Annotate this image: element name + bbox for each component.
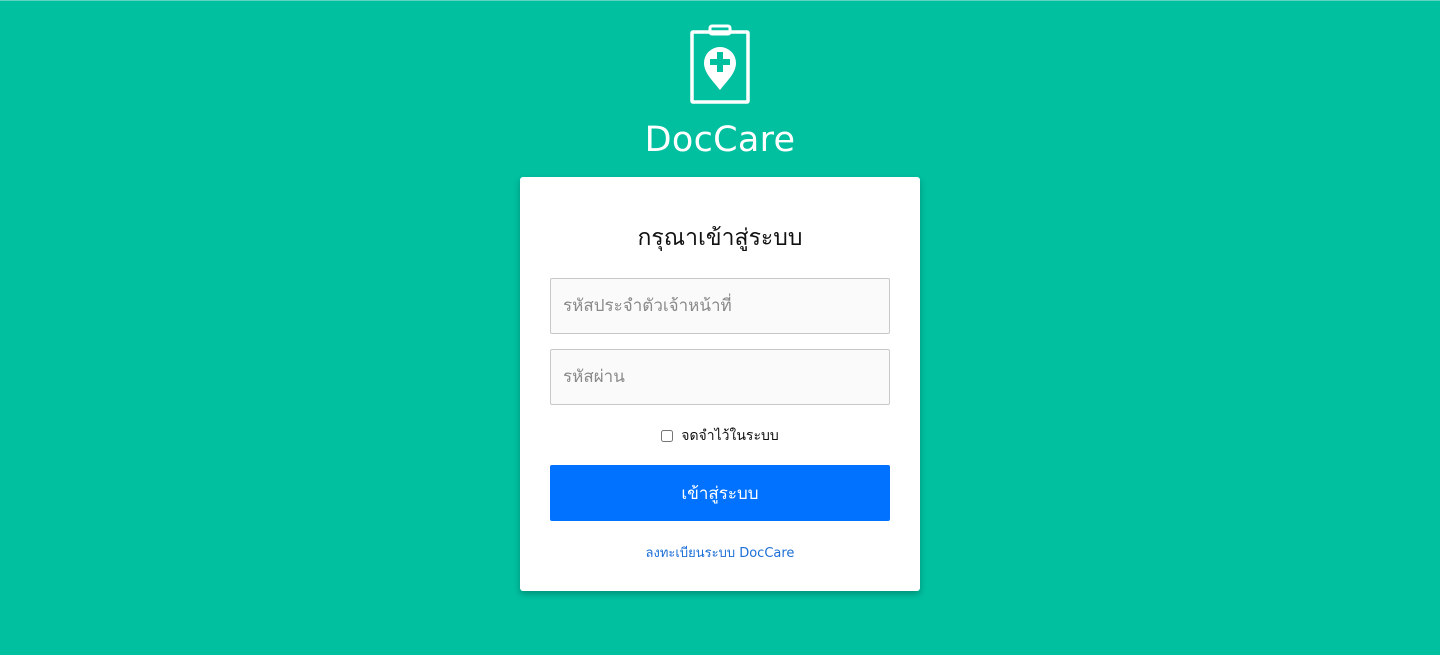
brand-header: DocCare: [0, 24, 1440, 160]
app-title: DocCare: [644, 120, 796, 160]
staff-id-input[interactable]: [550, 278, 890, 334]
login-heading: กรุณาเข้าสู่ระบบ: [637, 225, 803, 251]
register-link[interactable]: ลงทะเบียนระบบ DocCare: [520, 542, 920, 563]
login-button[interactable]: เข้าสู่ระบบ: [550, 465, 890, 521]
remember-me-checkbox[interactable]: [661, 430, 674, 442]
login-card: กรุณาเข้าสู่ระบบ จดจำไว้ในระบบ เข้าสู่ระ…: [520, 177, 920, 591]
medical-clipboard-pin-icon: [690, 24, 750, 104]
remember-me-label[interactable]: จดจำไว้ในระบบ: [681, 425, 778, 447]
top-border: [0, 0, 1440, 1]
password-input[interactable]: [550, 349, 890, 405]
remember-me-row: จดจำไว้ในระบบ: [520, 425, 920, 447]
